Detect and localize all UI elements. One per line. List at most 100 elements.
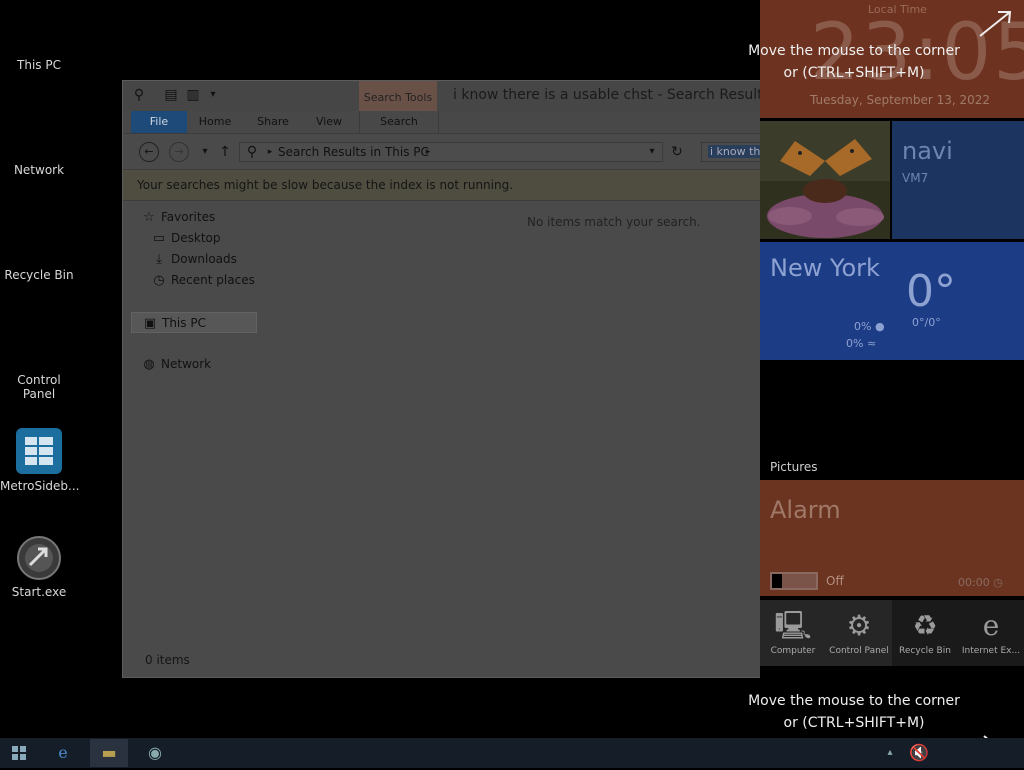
up-arrow-icon[interactable]: ↑ <box>217 144 233 160</box>
desktop-icon-label: Recycle Bin <box>4 268 74 282</box>
desktop-icon-label: Network <box>13 163 65 177</box>
desktop-icon-label: Start.exe <box>11 585 67 599</box>
alarm-tile[interactable]: Alarm Off 00:00 ◷ <box>760 480 1024 596</box>
weather-temperature: 0° <box>906 266 956 317</box>
arrow-up-right-icon[interactable] <box>976 6 1016 40</box>
desktop-icon-this-pc[interactable]: This PC <box>0 58 78 72</box>
weather-precipitation: 0% ● <box>854 320 885 333</box>
taskbar: e ▬ ◉ ▴ 🔇 <box>0 738 1024 768</box>
volume-muted-icon[interactable]: 🔇 <box>904 739 934 767</box>
taskbar-internet-explorer[interactable]: e <box>44 739 82 767</box>
metro-sidebar: Local Time 23:05 Tuesday, September 13, … <box>760 0 1024 738</box>
search-icon: ⚲ <box>246 144 258 160</box>
nav-item-recent-places[interactable]: ◷ Recent places <box>131 270 291 291</box>
pictures-label: Pictures <box>770 460 818 474</box>
search-input[interactable]: i know the <box>701 142 761 162</box>
shortcut-control-panel[interactable]: ⚙ Control Panel <box>826 600 892 666</box>
search-query: i know the <box>708 145 761 158</box>
chevron-right-icon: ▸ <box>425 147 431 157</box>
tab-share[interactable]: Share <box>251 111 295 133</box>
address-text: Search Results in This PC <box>278 145 429 159</box>
photo-tile[interactable] <box>760 121 890 239</box>
explorer-window: ⚲ ▤ ▥ ▾ Search Tools i know there is a u… <box>122 80 762 678</box>
nav-item-desktop[interactable]: ▭ Desktop <box>131 228 291 249</box>
alarm-toggle[interactable] <box>770 572 818 590</box>
clock-icon: ◷ <box>993 576 1003 589</box>
tab-file[interactable]: File <box>131 111 187 133</box>
computer-icon: 🖳 <box>774 609 812 642</box>
title-bar: ⚲ ▤ ▥ ▾ Search Tools i know there is a u… <box>123 81 761 111</box>
tab-view[interactable]: View <box>309 111 349 133</box>
nav-item-favorites[interactable]: ☆ Favorites <box>131 207 291 228</box>
weather-range: 0°/0° <box>912 316 941 329</box>
desktop-icon-recycle-bin[interactable]: Recycle Bin <box>0 268 78 282</box>
internet-explorer-icon: e <box>58 743 68 762</box>
desktop-icon: ▭ <box>152 231 166 246</box>
start-exe-icon: ◉ <box>148 743 162 762</box>
chevron-right-icon: ▸ <box>267 147 273 157</box>
new-folder-icon[interactable]: ▥ <box>185 87 201 103</box>
metro-sidebar-icon <box>16 428 62 474</box>
taskbar-start-exe[interactable]: ◉ <box>136 739 174 767</box>
weather-tile[interactable]: New York 0° 0°/0° 0% ● 0% ≈ <box>760 242 1024 360</box>
nav-item-label: This PC <box>162 316 206 330</box>
alarm-time: 00:00 ◷ <box>958 576 1003 589</box>
desktop-icon-control-panel[interactable]: Control Panel <box>0 373 78 401</box>
nav-item-downloads[interactable]: ⤓ Downloads <box>131 249 291 270</box>
empty-results-message: No items match your search. <box>527 215 701 229</box>
shortcut-label: Control Panel <box>829 646 889 656</box>
shortcut-computer[interactable]: 🖳 Computer <box>760 600 826 666</box>
desktop-icon-metro-sidebar[interactable]: MetroSideb... <box>0 427 79 493</box>
taskbar-file-explorer[interactable]: ▬ <box>90 739 128 767</box>
weather-city: New York <box>770 254 880 282</box>
corner-hint-bottom: Move the mouse to the corner or (CTRL+SH… <box>748 693 960 731</box>
download-icon: ⤓ <box>156 252 162 267</box>
show-hidden-icons[interactable]: ▴ <box>880 739 900 767</box>
clock-icon: ◷ <box>153 273 165 288</box>
gear-icon: ⚙ <box>846 609 872 642</box>
start-button[interactable] <box>0 739 38 767</box>
info-bar-text: Your searches might be slow because the … <box>137 178 514 192</box>
desktop-icon-network[interactable]: Network <box>0 163 78 177</box>
shortcut-recycle-bin[interactable]: ♻ Recycle Bin <box>892 600 958 666</box>
desktop-icon-start-exe[interactable]: Start.exe <box>0 535 78 599</box>
folder-icon: ▬ <box>101 743 117 762</box>
chevron-down-icon[interactable]: ▾ <box>644 144 660 160</box>
start-exe-icon <box>17 536 61 580</box>
shortcut-label: Computer <box>770 646 816 656</box>
nav-item-label: Recent places <box>171 273 255 287</box>
address-bar[interactable]: ⚲ ▸ Search Results in This PC ▸ ▾ <box>239 142 663 162</box>
search-icon[interactable]: ⚲ <box>131 87 147 103</box>
recycle-bin-icon: ♻ <box>912 609 938 642</box>
corner-hint-top: Move the mouse to the corner or (CTRL+SH… <box>748 43 960 81</box>
internet-explorer-icon: e <box>982 609 1000 642</box>
user-host: VM7 <box>902 171 929 185</box>
windows-logo-icon <box>12 746 26 760</box>
navigation-pane: ☆ Favorites ▭ Desktop ⤓ Downloads ◷ Rece… <box>131 207 291 375</box>
network-icon: ◍ <box>143 357 155 372</box>
tab-home[interactable]: Home <box>193 111 237 133</box>
window-title: i know there is a usable chst - Search R… <box>453 87 762 103</box>
forward-button[interactable]: → <box>169 142 189 162</box>
nav-item-label: Network <box>161 357 212 371</box>
tab-search[interactable]: Search <box>359 111 439 133</box>
search-tools-context-tab[interactable]: Search Tools <box>359 81 437 111</box>
properties-icon[interactable]: ▤ <box>163 87 179 103</box>
shortcut-bar: 🖳 Computer ⚙ Control Panel ♻ Recycle Bin… <box>760 600 1024 666</box>
nav-item-this-pc[interactable]: ▣ This PC <box>131 312 257 333</box>
chevron-down-icon[interactable]: ▾ <box>197 144 213 160</box>
info-bar[interactable]: Your searches might be slow because the … <box>123 169 761 201</box>
shortcut-internet-explorer[interactable]: e Internet Ex... <box>958 600 1024 666</box>
chevron-down-icon[interactable]: ▾ <box>205 87 221 103</box>
desktop-icon-label: This PC <box>17 58 61 72</box>
refresh-icon[interactable]: ↻ <box>669 144 685 160</box>
ribbon-tabs: File Home Share View Search <box>123 111 761 134</box>
nav-item-network[interactable]: ◍ Network <box>131 354 291 375</box>
clock-date: Tuesday, September 13, 2022 <box>810 93 991 107</box>
alarm-state: Off <box>826 574 844 588</box>
butterfly-flower-photo <box>760 121 890 239</box>
user-tile[interactable]: navi VM7 <box>892 121 1024 239</box>
nav-item-label: Desktop <box>171 231 221 245</box>
pc-icon: ▣ <box>143 316 157 331</box>
back-button[interactable]: ← <box>139 142 159 162</box>
